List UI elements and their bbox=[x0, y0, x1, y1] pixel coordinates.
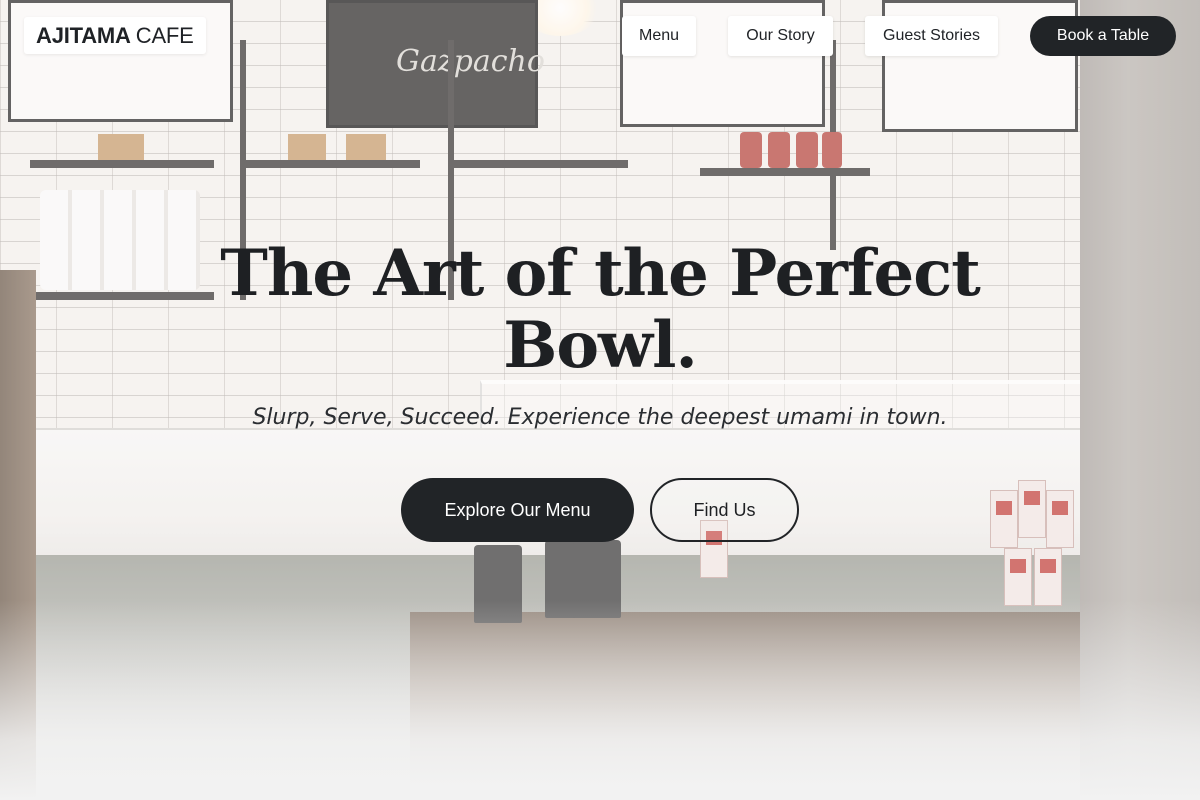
book-table-button[interactable]: Book a Table bbox=[1030, 16, 1176, 56]
nav-menu[interactable]: Menu bbox=[622, 16, 696, 56]
nav-guest-stories[interactable]: Guest Stories bbox=[865, 16, 998, 56]
brand-name-bold: AJITAMA bbox=[36, 22, 131, 48]
hero-subtitle: Slurp, Serve, Succeed. Experience the de… bbox=[252, 405, 948, 430]
brand-name-light: CAFE bbox=[135, 22, 194, 48]
nav-our-story[interactable]: Our Story bbox=[728, 16, 833, 56]
find-us-button[interactable]: Find Us bbox=[650, 478, 799, 542]
explore-menu-button[interactable]: Explore Our Menu bbox=[401, 478, 634, 542]
brand-logo[interactable]: AJITAMA CAFE bbox=[24, 17, 206, 54]
hero-title: The Art of the Perfect Bowl. bbox=[220, 236, 981, 383]
bottom-fade bbox=[0, 600, 1200, 800]
hero-background-image: Gazpacho bbox=[0, 0, 1200, 800]
landing-page: Gazpacho AJITAMA CAFE Menu Our Story Gue… bbox=[0, 0, 1200, 800]
